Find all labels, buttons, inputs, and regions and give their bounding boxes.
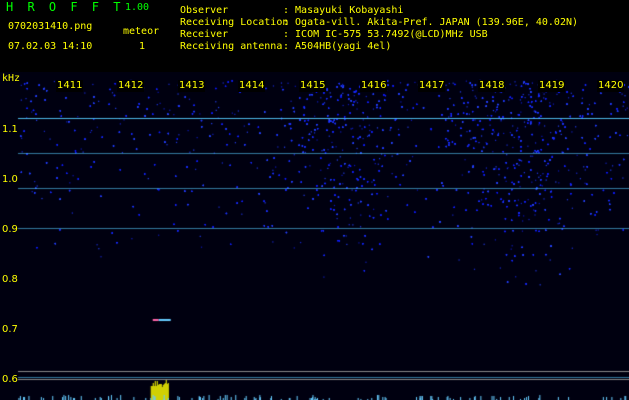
y-tick-label: 0.6 [2,374,18,385]
x-tick-label: 1419 [538,80,566,92]
x-tick-label: 1416 [360,80,388,92]
station-info-labels: Observer Receiving Location Receiver Rec… [180,5,289,52]
x-tick-label: 1413 [178,80,206,92]
header-panel: H R O F F T 1.00 0702031410.png meteor 0… [0,0,629,72]
x-tick-label: 1417 [418,80,446,92]
x-tick-label: 1411 [56,80,84,92]
y-tick-label: 0.7 [2,324,18,335]
x-tick-label: 1414 [238,80,266,92]
y-tick-label: 1.0 [2,174,18,185]
x-tick-label: 1412 [117,80,145,92]
x-tick-label: 1420 [597,80,625,92]
x-tick-label: 1415 [299,80,327,92]
meteor-label: meteor [123,26,160,37]
spectrogram-canvas [0,72,629,400]
app-version: 1.00 [125,2,150,13]
y-tick-label: 0.8 [2,274,18,285]
app-title: H R O F F T [6,0,124,14]
y-tick-label: 1.1 [2,124,18,135]
x-tick-label: 1418 [478,80,506,92]
datetime: 07.02.03 14:10 [8,41,93,52]
meteor-count: 1 [139,41,146,52]
file-name: 0702031410.png [8,21,93,32]
y-axis-unit: kHz [2,73,21,84]
station-info-values: : Masayuki Kobayashi : Ogata-vill. Akita… [283,5,579,52]
y-tick-label: 0.9 [2,224,18,235]
